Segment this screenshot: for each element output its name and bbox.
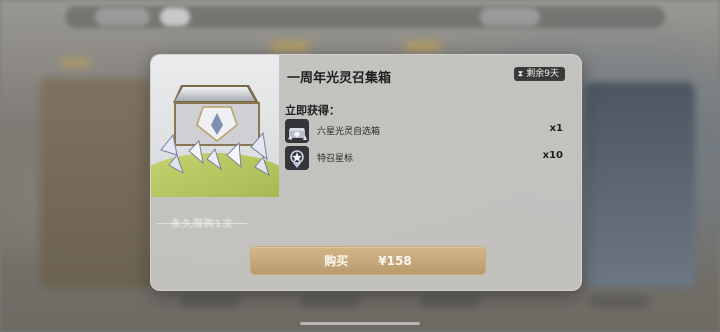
background-highlight	[60, 60, 90, 66]
buy-button-price: ¥158	[378, 253, 412, 268]
reward-quantity: x10	[542, 150, 563, 161]
background-tab	[420, 294, 480, 308]
reward-name: 六星光灵自选箱	[317, 127, 381, 137]
buy-button-label: 购买	[324, 254, 349, 268]
reward-item[interactable]: 特召星标 x10	[285, 146, 563, 170]
background-tab	[180, 294, 240, 308]
reward-item[interactable]: 六星光灵自选箱 x1	[285, 119, 563, 143]
chest-artwork	[151, 55, 279, 197]
buy-button[interactable]: 购买 ¥158	[250, 246, 486, 275]
background-top-bar	[65, 6, 665, 28]
purchase-popup: 永久限购1次 一周年光灵召集箱 ⧗ 剩余9天 立即获得： 六星光灵自选箱 x1	[150, 54, 582, 291]
reward-quantity: x1	[549, 123, 563, 134]
limit-caption: 永久限购1次	[171, 219, 234, 230]
background-chip	[160, 8, 190, 26]
pack-title: 一周年光灵召集箱	[287, 71, 392, 86]
rewards-section-label: 立即获得：	[285, 104, 340, 117]
background-highlight	[270, 42, 310, 50]
hourglass-icon: ⧗	[517, 69, 524, 78]
chest-icon	[285, 119, 309, 143]
background-card	[40, 78, 150, 288]
background-chip	[480, 8, 540, 26]
remaining-time-badge: ⧗ 剩余9天	[513, 67, 565, 81]
background-tab	[300, 294, 360, 308]
background-tab	[590, 294, 650, 308]
star-badge-icon	[285, 146, 309, 170]
remaining-time-text: 剩余9天	[526, 69, 559, 79]
background-card	[585, 82, 695, 287]
home-indicator[interactable]	[300, 322, 420, 325]
background-chip	[95, 8, 150, 26]
reward-name: 特召星标	[317, 154, 354, 164]
background-highlight	[405, 42, 441, 50]
